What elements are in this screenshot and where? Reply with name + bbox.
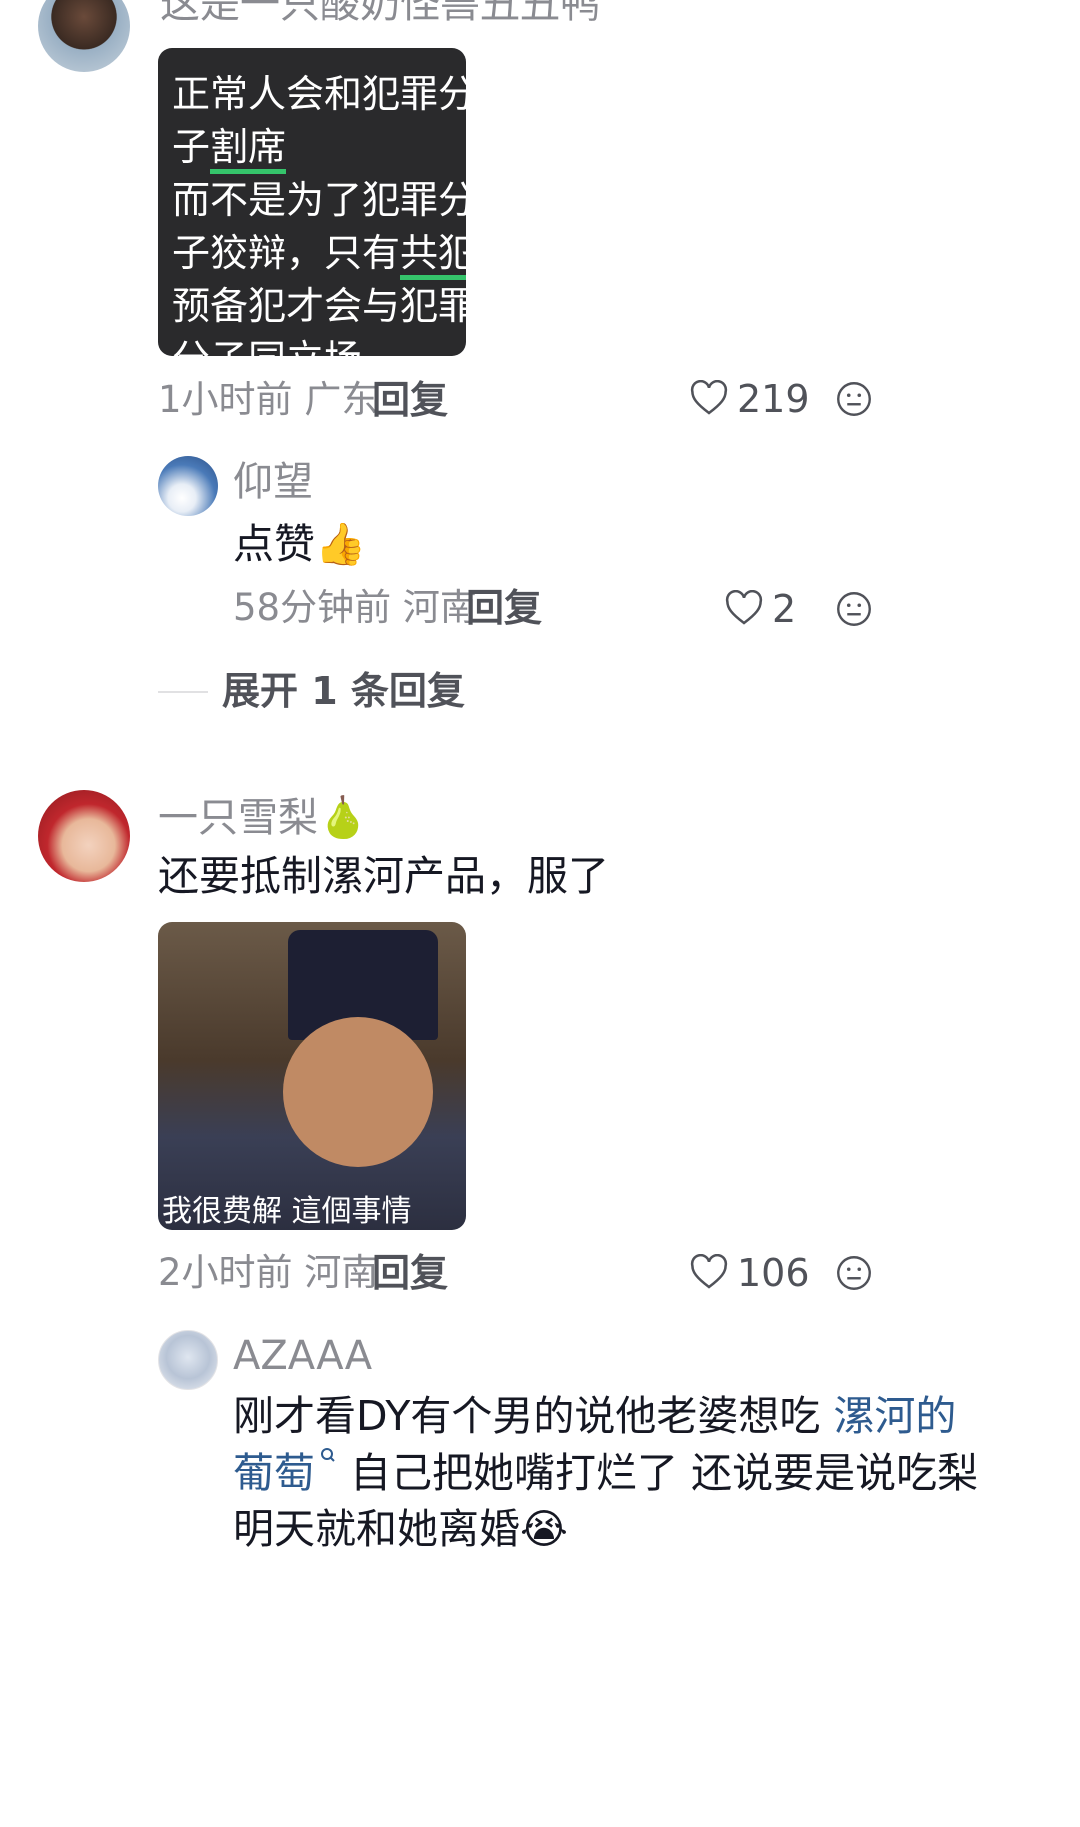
search-icon bbox=[321, 1448, 335, 1462]
face-shape bbox=[283, 1017, 433, 1167]
search-link[interactable]: 漯河的 bbox=[833, 1392, 956, 1440]
like-count: 219 bbox=[737, 377, 810, 421]
comment-text: 还要抵制漯河产品，服了 bbox=[158, 852, 609, 900]
sticker-text-segment: 预备犯才会与犯罪 bbox=[172, 284, 466, 328]
expand-replies-button[interactable]: 展开 1 条回复 bbox=[222, 668, 465, 714]
highlighted-term[interactable]: 共犯 bbox=[400, 231, 466, 280]
comment-sticker[interactable]: 正常人会和犯罪分子割席而不是为了犯罪分子狡辩，只有共犯、预备犯才会与犯罪分子同立… bbox=[158, 48, 466, 356]
sticker-text-segment: 分子同立场 bbox=[172, 337, 362, 356]
sticker-text-line: 而不是为了犯罪分 bbox=[172, 174, 466, 227]
comment-location: 广东 bbox=[304, 378, 379, 421]
sticker-text-line: 分子同立场 bbox=[172, 333, 466, 356]
pear-emoji: 🍐 bbox=[318, 795, 368, 841]
reply-text-line-3: 明天就和她离婚😭 bbox=[233, 1505, 568, 1553]
avatar[interactable] bbox=[158, 456, 218, 516]
reply-button[interactable]: 回复 bbox=[466, 585, 542, 631]
comment-image[interactable]: 我很费解 這個事情 bbox=[158, 922, 466, 1230]
reply-button[interactable]: 回复 bbox=[372, 377, 448, 423]
avatar[interactable] bbox=[158, 1330, 218, 1390]
reply-text: 点赞👍 bbox=[233, 520, 367, 568]
comment-meta: 1小时前 广东 bbox=[158, 377, 378, 423]
sticker-text-segment: 子 bbox=[172, 125, 211, 169]
heart-icon bbox=[690, 1254, 728, 1289]
dislike-button[interactable] bbox=[836, 591, 872, 627]
comment-time: 2小时前 bbox=[158, 1251, 293, 1294]
comment-location: 河南 bbox=[304, 1251, 379, 1294]
avatar[interactable] bbox=[38, 0, 130, 72]
divider bbox=[158, 691, 208, 693]
search-link[interactable]: 葡萄 bbox=[233, 1448, 337, 1497]
neutral-face-icon bbox=[837, 1256, 871, 1290]
like-button[interactable] bbox=[725, 590, 763, 626]
reply-text-line-1: 刚才看DY有个男的说他老婆想吃 漯河的 bbox=[233, 1392, 957, 1440]
heart-icon bbox=[690, 380, 728, 415]
sticker-text-segment: 而不是为了犯罪分 bbox=[172, 178, 466, 222]
avatar[interactable] bbox=[38, 790, 130, 882]
neutral-face-icon bbox=[837, 592, 871, 626]
reply-time: 58分钟前 bbox=[233, 586, 392, 629]
like-button[interactable] bbox=[690, 1254, 728, 1290]
reply-username[interactable]: AZAAA bbox=[233, 1332, 372, 1380]
dislike-button[interactable] bbox=[836, 1255, 872, 1291]
sticker-text-line: 子割席 bbox=[172, 121, 466, 174]
sticker-text-segment: 正常人会和犯罪分 bbox=[172, 72, 466, 116]
heart-icon bbox=[725, 590, 763, 625]
neutral-face-icon bbox=[837, 382, 871, 416]
comment-username[interactable]: 这是一只酸奶怪兽丑丑鸭 bbox=[160, 0, 600, 28]
crying-emoji: 😭 bbox=[520, 1505, 568, 1553]
sticker-text-segment: 子狡辩，只有 bbox=[172, 231, 401, 275]
like-count: 106 bbox=[737, 1251, 810, 1295]
like-count: 2 bbox=[772, 587, 797, 631]
comment-meta: 2小时前 河南 bbox=[158, 1250, 378, 1296]
reply-button[interactable]: 回复 bbox=[372, 1250, 448, 1296]
dislike-button[interactable] bbox=[836, 381, 872, 417]
thumbs-up-emoji: 👍 bbox=[315, 520, 367, 568]
sticker-text-line: 子狡辩，只有共犯、 bbox=[172, 227, 466, 280]
image-caption: 我很费解 這個事情 bbox=[162, 1194, 412, 1229]
like-button[interactable] bbox=[690, 380, 728, 416]
reply-text-line-2: 葡萄 自己把她嘴打烂了 还说要是说吃梨 bbox=[233, 1448, 979, 1497]
reply-meta: 58分钟前 河南 bbox=[233, 585, 477, 631]
sticker-text-line: 预备犯才会与犯罪 bbox=[172, 280, 466, 333]
reply-username[interactable]: 仰望 bbox=[233, 458, 313, 506]
sticker-text-line: 正常人会和犯罪分 bbox=[172, 68, 466, 121]
highlighted-term[interactable]: 割席 bbox=[210, 125, 287, 174]
comment-time: 1小时前 bbox=[158, 378, 293, 421]
comment-username[interactable]: 一只雪梨🍐 bbox=[158, 794, 368, 842]
